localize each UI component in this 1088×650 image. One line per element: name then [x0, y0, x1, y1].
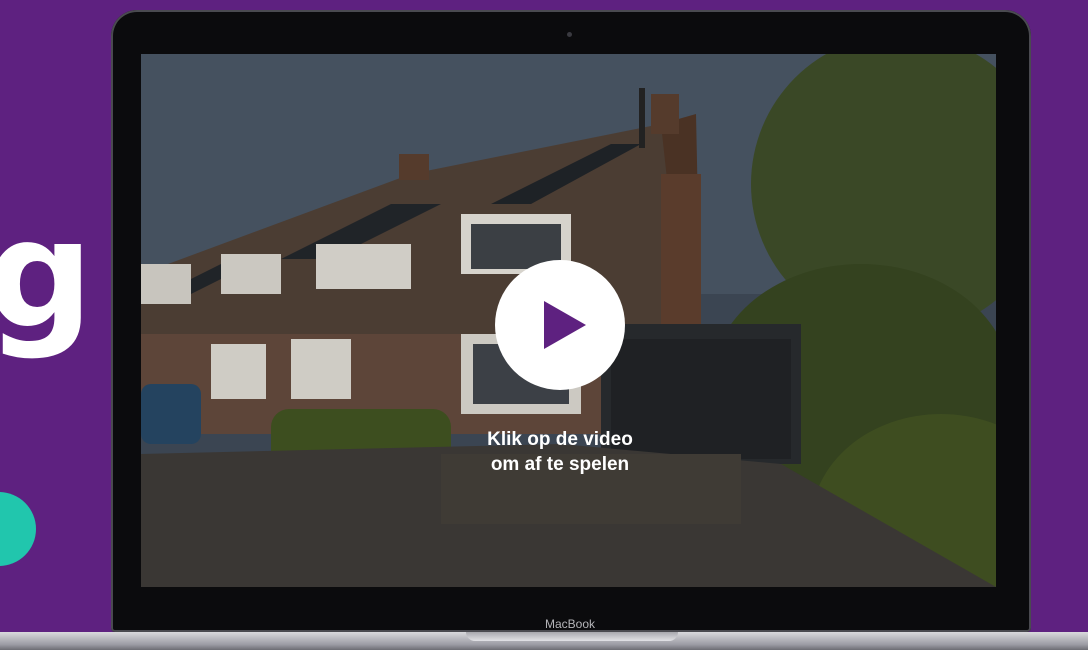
laptop-brand-label: MacBook — [544, 617, 596, 631]
video-caption[interactable]: Klik op de video om af te spelen — [420, 427, 700, 477]
accent-dot — [0, 492, 36, 566]
caption-line-2: om af te spelen — [490, 454, 630, 475]
partial-heading-letter: g — [0, 188, 94, 362]
play-icon — [544, 301, 586, 349]
play-button[interactable] — [495, 260, 625, 390]
laptop-notch — [466, 632, 678, 641]
caption-line-1: Klik op de video — [487, 429, 633, 450]
camera-icon — [567, 32, 572, 37]
